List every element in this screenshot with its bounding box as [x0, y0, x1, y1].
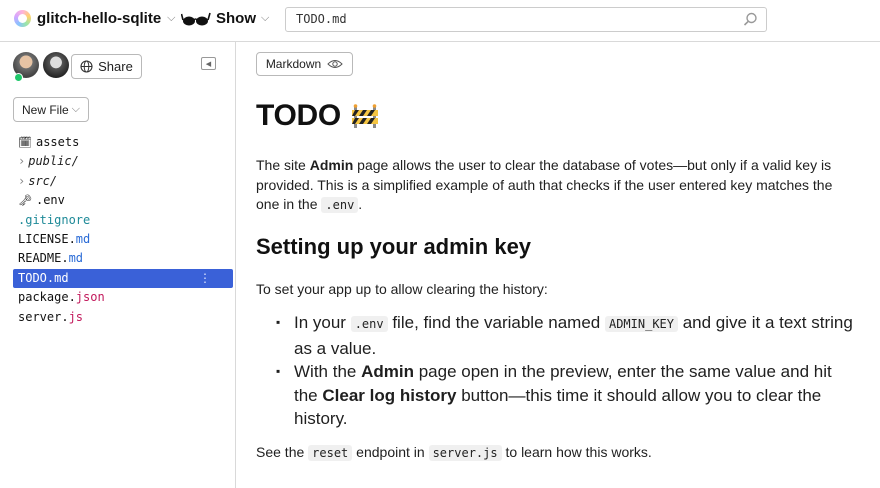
glitch-logo-icon: [14, 10, 31, 27]
avatar[interactable]: [43, 52, 69, 78]
file-options-icon[interactable]: ⋮: [199, 269, 211, 288]
globe-icon: [80, 60, 93, 73]
setup-paragraph: To set your app up to allow clearing the…: [256, 280, 548, 297]
chevron-down-icon: ⌵: [261, 12, 270, 24]
file-item-gitignore[interactable]: .gitignore: [0, 211, 235, 230]
markdown-label: Markdown: [265, 57, 322, 71]
file-item-assets[interactable]: 🗓 assets: [0, 133, 235, 152]
markdown-preview-pane: Markdown TODO The site Admin page allows…: [237, 42, 880, 488]
list-item: In your .env file, find the variable nam…: [276, 311, 856, 360]
instruction-list: In your .env file, find the variable nam…: [276, 311, 856, 431]
footer-paragraph: See the reset endpoint in server.js to l…: [256, 443, 652, 461]
search-input-value: TODO.md: [296, 12, 347, 26]
online-status-dot: [14, 73, 23, 82]
markdown-toggle-button[interactable]: Markdown: [256, 52, 353, 76]
new-file-button[interactable]: New File ⌵: [13, 97, 89, 122]
file-item-package[interactable]: package.json: [0, 288, 235, 307]
chevron-right-icon: ›: [18, 173, 26, 188]
share-label: Share: [98, 59, 133, 74]
project-name: glitch-hello-sqlite: [37, 10, 162, 27]
section-heading: Setting up your admin key: [256, 233, 532, 259]
construction-icon: [351, 104, 378, 128]
file-item-readme[interactable]: README.md: [0, 249, 235, 268]
project-menu-button[interactable]: glitch-hello-sqlite ⌵: [14, 10, 176, 27]
markdown-content: TODO The site Admin page allows the user…: [256, 94, 856, 463]
top-bar: glitch-hello-sqlite ⌵ Show ⌵ TODO.md: [0, 0, 880, 42]
chevron-down-icon: ⌵: [71, 103, 81, 115]
assets-icon: 🗓: [18, 136, 32, 149]
share-button[interactable]: Share: [71, 54, 142, 79]
sidebar: Share ◀ New File ⌵ 🗓 assets › public/ › src…: [0, 42, 236, 488]
file-item-todo[interactable]: TODO.md ⋮: [13, 268, 233, 289]
collapse-sidebar-icon[interactable]: ◀: [201, 57, 216, 70]
glasses-icon: [181, 12, 211, 25]
file-item-env[interactable]: 🗝 .env: [0, 191, 235, 210]
show-button[interactable]: Show ⌵: [181, 10, 269, 27]
file-search-input[interactable]: TODO.md: [285, 7, 767, 32]
chevron-right-icon: ›: [18, 154, 26, 169]
new-file-label: New File: [21, 102, 69, 117]
show-label: Show: [216, 10, 256, 27]
list-item: With the Admin page open in the preview,…: [276, 360, 856, 431]
key-icon: 🗝: [18, 194, 32, 208]
eye-icon: [327, 60, 343, 68]
folder-item-public[interactable]: › public/: [0, 152, 235, 171]
chevron-down-icon: ⌵: [167, 12, 176, 24]
file-item-server[interactable]: server.js: [0, 308, 235, 327]
file-tree: 🗓 assets › public/ › src/ 🗝 .env .gitignore …: [0, 133, 235, 327]
page-title: TODO: [256, 94, 856, 138]
intro-paragraph: The site Admin page allows the user to c…: [256, 157, 833, 213]
file-item-license[interactable]: LICENSE.md: [0, 230, 235, 249]
search-icon[interactable]: [743, 12, 758, 27]
folder-item-src[interactable]: › src/: [0, 172, 235, 191]
